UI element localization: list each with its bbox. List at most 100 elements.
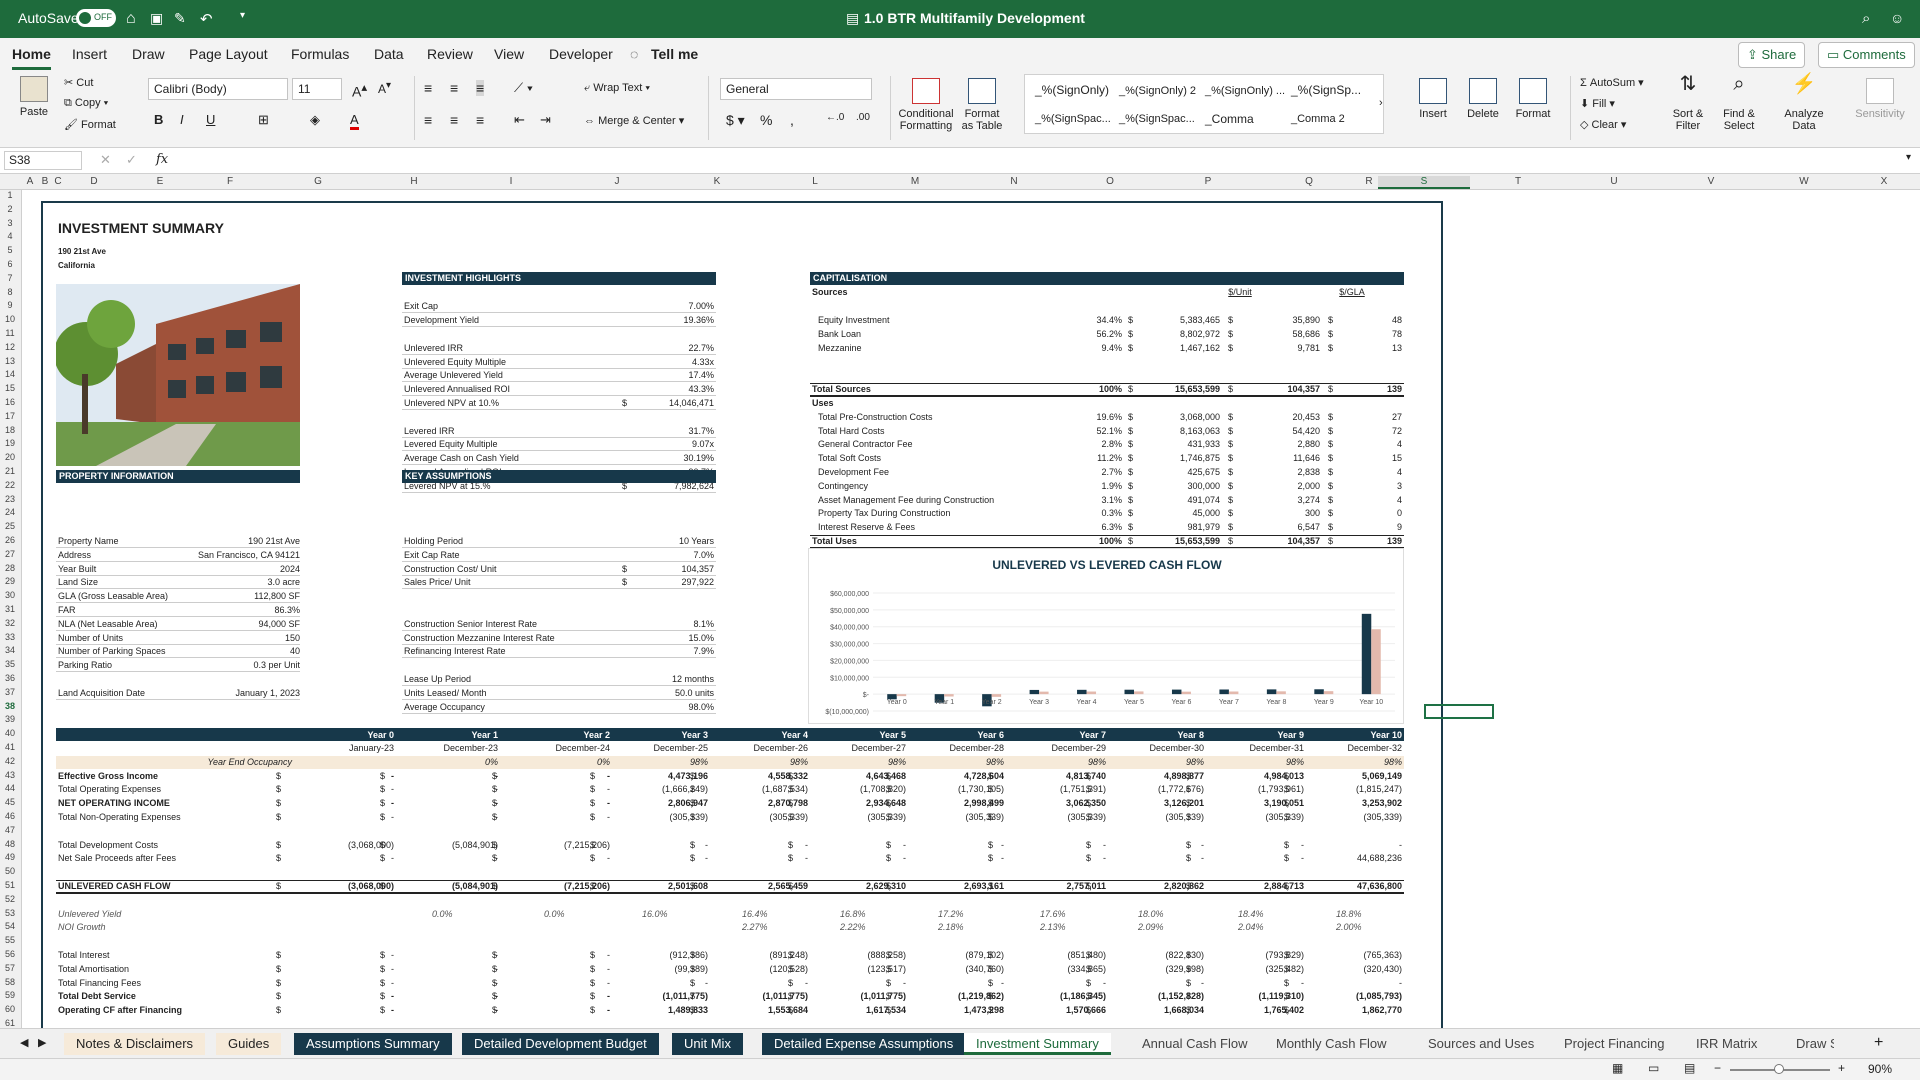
sheet-tab[interactable]: Detailed Development Budget [462,1033,659,1055]
next-sheet-icon[interactable]: ▶ [26,1033,58,1055]
percent-icon[interactable]: % [760,112,772,128]
column-header[interactable]: H [372,176,456,187]
gallery-more-icon[interactable]: › [1379,97,1383,109]
sheet-tab[interactable]: Sources and Uses [1416,1033,1546,1055]
row-header[interactable]: 7 [0,273,20,283]
row-header[interactable]: 11 [0,328,20,338]
tab-data[interactable]: Data [374,46,404,62]
row-header[interactable]: 29 [0,576,20,586]
tab-page-layout[interactable]: Page Layout [189,46,268,62]
row-header[interactable]: 12 [0,342,20,352]
column-header[interactable]: C [52,176,64,187]
cut-button[interactable]: ✂ Cut [64,76,93,89]
sheet-tab[interactable]: Monthly Cash Flow [1264,1033,1399,1055]
column-header[interactable]: O [1062,176,1158,187]
share-button[interactable]: ⇪ Share [1738,42,1806,68]
zoom-in-icon[interactable]: + [1838,1061,1845,1075]
tab-review[interactable]: Review [427,46,473,62]
sheet-tab[interactable]: Project Financing [1552,1033,1676,1055]
row-header[interactable]: 27 [0,549,20,559]
row-header[interactable]: 1 [0,190,20,200]
zoom-slider-thumb[interactable] [1774,1064,1784,1074]
sheet-tab[interactable]: Assumptions Summary [294,1033,452,1055]
sheet-tab[interactable]: Notes & Disclaimers [64,1033,206,1055]
row-header[interactable]: 48 [0,839,20,849]
clear-button[interactable]: ◇ Clear ▾ [1580,118,1626,131]
column-header[interactable]: X [1848,176,1920,187]
style-item[interactable]: _Comma 2 [1291,113,1345,125]
tab-formulas[interactable]: Formulas [291,46,349,62]
row-header[interactable]: 9 [0,300,20,310]
paste-button[interactable]: Paste [12,76,56,118]
tell-me[interactable]: Tell me [651,46,698,62]
name-box[interactable]: S38 [4,151,82,170]
format-cells-button[interactable]: Format [1508,78,1558,120]
cancel-icon[interactable]: ✕ [100,152,111,168]
row-header[interactable]: 45 [0,797,20,807]
row-header[interactable]: 52 [0,894,20,904]
row-header[interactable]: 3 [0,218,20,228]
row-header[interactable]: 4 [0,231,20,241]
row-header[interactable]: 19 [0,438,20,448]
row-header[interactable]: 43 [0,770,20,780]
sheet-tab[interactable]: Annual Cash Flow [1130,1033,1260,1055]
find-select-button[interactable]: ⌕ Find & Select [1714,74,1764,132]
row-header[interactable]: 21 [0,466,20,476]
column-header[interactable]: U [1566,176,1662,187]
column-header[interactable]: V [1662,176,1760,187]
style-item[interactable]: _Comma [1205,112,1254,126]
row-header[interactable]: 23 [0,494,20,504]
sheet-tab[interactable]: Guides [216,1033,282,1055]
undo-icon[interactable]: ↶ [200,10,213,28]
borders-icon[interactable]: ⊞ [258,112,269,128]
font-color-icon[interactable]: A [350,112,359,130]
align-right-icon[interactable]: ≡ [476,112,484,128]
wrap-text-button[interactable]: ⤶ Wrap Text ▾ [584,82,650,95]
row-header[interactable]: 15 [0,383,20,393]
page-break-view-icon[interactable]: ▤ [1684,1061,1695,1075]
row-header[interactable]: 35 [0,659,20,669]
fx-icon[interactable]: fx [156,152,168,167]
sort-filter-button[interactable]: ⇅ Sort & Filter [1664,74,1712,132]
formula-input[interactable] [184,150,1904,170]
increase-font-icon[interactable]: A▴ [352,80,367,100]
decrease-decimal-icon[interactable]: .00 [856,112,870,123]
style-item[interactable]: _%(SignSp... [1291,83,1361,97]
copy-button[interactable]: ⧉ Copy ▾ [64,97,108,110]
row-header[interactable]: 10 [0,314,20,324]
column-header[interactable]: I [456,176,566,187]
number-format-select[interactable]: General [720,78,872,100]
column-header[interactable]: N [966,176,1062,187]
sheet-tab[interactable]: Investment Summary [964,1033,1111,1055]
sheet-tab[interactable]: Detailed Expense Assumptions [762,1033,966,1055]
format-as-table-button[interactable]: Format as Table [956,78,1008,132]
style-item[interactable]: _%(SignSpac... [1119,113,1195,125]
column-header[interactable]: D [64,176,124,187]
row-header[interactable]: 2 [0,204,20,214]
row-header[interactable]: 54 [0,921,20,931]
zoom-out-icon[interactable]: − [1714,1061,1721,1075]
save-icon[interactable]: ▣ [150,10,163,27]
row-header[interactable]: 26 [0,535,20,545]
align-middle-icon[interactable]: ≡ [450,80,458,96]
align-top-icon[interactable]: ≡ [424,80,432,96]
column-header[interactable]: E [124,176,196,187]
row-header[interactable]: 50 [0,866,20,876]
column-header[interactable]: J [566,176,668,187]
worksheet-grid[interactable]: INVESTMENT SUMMARY 190 21st Ave Californ… [22,190,1920,1028]
row-header[interactable]: 28 [0,563,20,573]
row-header[interactable]: 6 [0,259,20,269]
style-item[interactable]: _%(SignOnly) [1035,83,1109,97]
align-left-icon[interactable]: ≡ [424,112,432,128]
expand-formula-icon[interactable]: ▾ [1906,152,1911,163]
font-size-select[interactable]: 11 [292,78,342,100]
column-header[interactable]: F [196,176,264,187]
comma-icon[interactable]: , [790,112,794,128]
insert-cells-button[interactable]: Insert [1408,78,1458,120]
selected-cell-s38[interactable] [1424,704,1494,719]
row-header[interactable]: 5 [0,245,20,255]
sensitivity-button[interactable]: Sensitivity [1850,78,1910,120]
align-center-icon[interactable]: ≡ [450,112,458,128]
style-item[interactable]: _%(SignOnly) ... [1205,85,1285,97]
row-header[interactable]: 31 [0,604,20,614]
